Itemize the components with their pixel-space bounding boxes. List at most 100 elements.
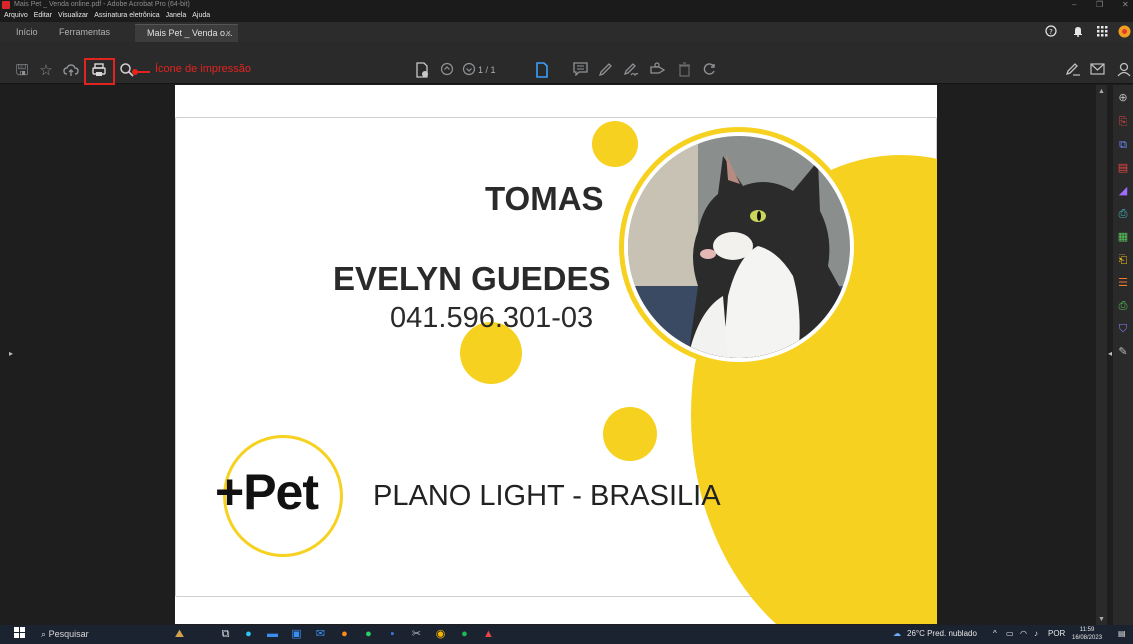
share-user-icon[interactable] — [1115, 62, 1133, 80]
plan-name: PLANO LIGHT - BRASILIA — [373, 480, 721, 512]
close-window-button[interactable]: ✕ — [1122, 0, 1129, 10]
protect-icon[interactable]: ⛉ — [1116, 322, 1130, 336]
news-widget-icon[interactable]: ⛰ — [172, 627, 187, 642]
title-bar: Mais Pet _ Venda online.pdf - Adobe Acro… — [0, 0, 1133, 10]
rotate-icon[interactable] — [701, 62, 719, 80]
page-current[interactable]: 1 — [478, 65, 483, 75]
fill-sign-icon[interactable]: ◢ — [1116, 184, 1130, 198]
user-avatar-icon[interactable] — [1117, 25, 1131, 39]
page-total: / 1 — [485, 65, 496, 75]
menu-arquivo[interactable]: Arquivo — [4, 10, 28, 22]
vertical-scrollbar[interactable]: ▲ ▼ — [1096, 85, 1107, 625]
print-highlight-box — [84, 58, 115, 85]
tab-document-label: Mais Pet _ Venda o... — [147, 28, 233, 38]
file-explorer-icon[interactable]: ▬ — [265, 627, 280, 642]
tab-document[interactable]: Mais Pet _ Venda o... × — [135, 24, 238, 42]
edit-sign-icon[interactable] — [1064, 62, 1082, 80]
tab-bar: Início Ferramentas Mais Pet _ Venda o...… — [0, 22, 1133, 42]
mail-icon[interactable]: ✉ — [313, 627, 328, 642]
menu-janela[interactable]: Janela — [166, 10, 187, 22]
apps-grid-icon[interactable] — [1095, 25, 1109, 39]
tab-tools[interactable]: Ferramentas — [59, 27, 110, 37]
wifi-icon[interactable]: ◠ — [1020, 629, 1027, 638]
chrome-icon[interactable]: ◉ — [433, 627, 448, 642]
edge-browser-icon[interactable]: ● — [241, 627, 256, 642]
highlight-pen-icon[interactable] — [596, 62, 614, 80]
svg-text:?: ? — [1049, 28, 1053, 36]
menu-visualizar[interactable]: Visualizar — [58, 10, 88, 22]
minimize-button[interactable]: – — [1072, 0, 1076, 10]
left-panel-toggle-icon[interactable]: ▸ — [9, 349, 13, 358]
email-icon[interactable] — [1088, 62, 1106, 80]
menu-editar[interactable]: Editar — [34, 10, 52, 22]
menu-ajuda[interactable]: Ajuda — [192, 10, 210, 22]
close-tab-icon[interactable]: × — [226, 25, 231, 42]
taskbar-search-placeholder: Pesquisar — [48, 629, 89, 639]
right-tools-panel: ⊕ ⎘ ⧉ ▤ ◢ ⎙ ▦ ⎗ ☰ ⎙ ⛉ ✎ — [1113, 85, 1133, 625]
taskbar-clock[interactable]: 11:59 16/08/2023 — [1072, 626, 1102, 642]
sign-icon[interactable] — [622, 62, 640, 80]
search-magnifier-icon: ⌕ — [41, 629, 47, 639]
window-title: Mais Pet _ Venda online.pdf - Adobe Acro… — [14, 1, 190, 8]
scroll-down-icon[interactable]: ▼ — [1098, 616, 1105, 623]
page-indicator[interactable]: 1 / 1 — [478, 65, 496, 75]
page-view-icon[interactable] — [533, 62, 551, 80]
network-icon[interactable]: ▭ — [1006, 629, 1014, 638]
snipping-tool-icon[interactable]: ✂ — [409, 627, 424, 642]
outlook-icon[interactable]: ▪ — [385, 627, 400, 642]
acrobat-taskbar-icon[interactable]: ▲ — [481, 627, 496, 642]
tray-chevron-icon[interactable]: ^ — [993, 629, 997, 638]
next-page-icon[interactable] — [460, 62, 478, 80]
volume-icon[interactable]: ♪ — [1034, 629, 1038, 638]
weather-icon[interactable]: ☁ — [893, 629, 901, 638]
maximize-button[interactable]: ❐ — [1096, 0, 1103, 10]
right-panel-collapse-icon[interactable]: ◂ — [1108, 349, 1112, 358]
store-icon[interactable]: ▣ — [289, 627, 304, 642]
zoom-tool-icon[interactable]: ⊕ — [1116, 91, 1130, 105]
yellow-small-circle-top — [592, 121, 638, 167]
annotation-label: Ícone de impressão — [155, 63, 251, 75]
weather-text[interactable]: 26°C Pred. nublado — [907, 629, 977, 638]
stamp-icon[interactable] — [648, 62, 666, 80]
clock-time: 11:59 — [1079, 627, 1095, 633]
edit-pdf-icon[interactable]: ⎙ — [1116, 207, 1130, 221]
notification-bell-icon[interactable] — [1071, 25, 1085, 39]
pdf-page: TOMAS EVELYN GUEDES 041.596.301-03 +Pet … — [175, 85, 937, 624]
pet-logo: +Pet — [215, 464, 319, 520]
star-icon[interactable]: ☆ — [37, 62, 55, 80]
menu-bar: Arquivo Editar Visualizar Assinatura ele… — [0, 10, 1133, 22]
create-pdf-icon[interactable] — [413, 62, 431, 80]
clock-date: 16/08/2023 — [1072, 635, 1103, 641]
spotify-icon[interactable]: ● — [457, 627, 472, 642]
delete-icon[interactable] — [675, 62, 693, 80]
taskbar-search[interactable]: ⌕ Pesquisar — [38, 627, 150, 642]
help-icon[interactable]: ? — [1044, 25, 1058, 39]
create-pdf-tool-icon[interactable]: ⎗ — [1116, 253, 1130, 267]
comment-tool-icon[interactable]: ☰ — [1116, 276, 1130, 290]
print-production-icon[interactable]: ⎙ — [1116, 299, 1130, 313]
more-tools-icon[interactable]: ✎ — [1116, 345, 1130, 359]
yellow-circle-lower — [603, 407, 657, 461]
tab-home[interactable]: Início — [16, 27, 38, 37]
combine-files-icon[interactable]: ⧉ — [1116, 138, 1130, 152]
scroll-up-icon[interactable]: ▲ — [1098, 88, 1105, 95]
upload-cloud-icon[interactable] — [62, 62, 80, 80]
firefox-icon[interactable]: ● — [337, 627, 352, 642]
windows-taskbar: ⌕ Pesquisar ⛰ ⧉ ● ▬ ▣ ✉ ● ● ▪ ✂ ◉ ● ▲ ☁ … — [0, 625, 1133, 644]
acrobat-window: Mais Pet _ Venda online.pdf - Adobe Acro… — [0, 0, 1133, 644]
action-center-icon[interactable]: ▤ — [1118, 629, 1126, 638]
task-view-icon[interactable]: ⧉ — [218, 627, 233, 642]
previous-page-icon[interactable] — [438, 62, 456, 80]
menu-assinatura[interactable]: Assinatura eletrônica — [94, 10, 159, 22]
annotation-arrow-line — [135, 71, 150, 73]
pet-name: TOMAS — [485, 180, 604, 217]
owner-cpf: 041.596.301-03 — [390, 302, 594, 334]
language-indicator[interactable]: POR — [1048, 629, 1065, 638]
save-icon[interactable]: 🖫 — [13, 62, 31, 80]
windows-start-icon[interactable] — [12, 627, 27, 642]
whatsapp-icon[interactable]: ● — [361, 627, 376, 642]
comment-icon[interactable] — [571, 62, 589, 80]
scan-ocr-icon[interactable]: ▦ — [1116, 230, 1130, 244]
export-pdf-icon[interactable]: ⎘ — [1116, 115, 1130, 129]
organize-pages-icon[interactable]: ▤ — [1116, 161, 1130, 175]
